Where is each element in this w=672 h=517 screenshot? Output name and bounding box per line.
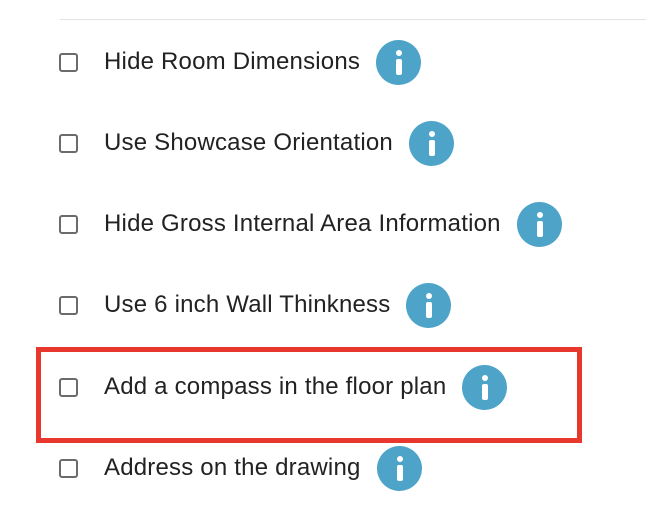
checkbox[interactable]	[59, 377, 78, 397]
info-icon[interactable]	[516, 201, 562, 247]
info-icon[interactable]	[408, 120, 454, 166]
option-hide-room-dimensions[interactable]: Hide Room Dimensions	[59, 39, 422, 85]
info-icon[interactable]	[376, 445, 422, 491]
option-address-on-drawing[interactable]: Address on the drawing	[59, 445, 422, 491]
checkbox[interactable]	[59, 214, 78, 234]
option-label: Use Showcase Orientation	[104, 129, 393, 156]
checkbox[interactable]	[59, 458, 78, 478]
option-label: Use 6 inch Wall Thinkness	[104, 291, 391, 318]
checkbox[interactable]	[59, 133, 78, 153]
option-use-showcase-orientation[interactable]: Use Showcase Orientation	[59, 120, 454, 166]
option-label: Address on the drawing	[104, 454, 361, 481]
info-icon[interactable]	[406, 282, 452, 328]
option-use-6-inch-wall-thickness[interactable]: Use 6 inch Wall Thinkness	[59, 282, 452, 328]
info-icon[interactable]	[462, 364, 508, 410]
divider	[60, 19, 646, 20]
option-add-compass[interactable]: Add a compass in the floor plan	[59, 364, 508, 410]
checkbox[interactable]	[59, 52, 78, 72]
option-hide-gross-internal-area[interactable]: Hide Gross Internal Area Information	[59, 201, 562, 247]
options-panel: Hide Room Dimensions Use Showcase Orient…	[0, 0, 672, 517]
option-label: Hide Room Dimensions	[104, 48, 361, 75]
option-label: Add a compass in the floor plan	[104, 373, 447, 400]
info-icon[interactable]	[376, 39, 422, 85]
option-label: Hide Gross Internal Area Information	[104, 210, 501, 237]
checkbox[interactable]	[59, 295, 78, 315]
